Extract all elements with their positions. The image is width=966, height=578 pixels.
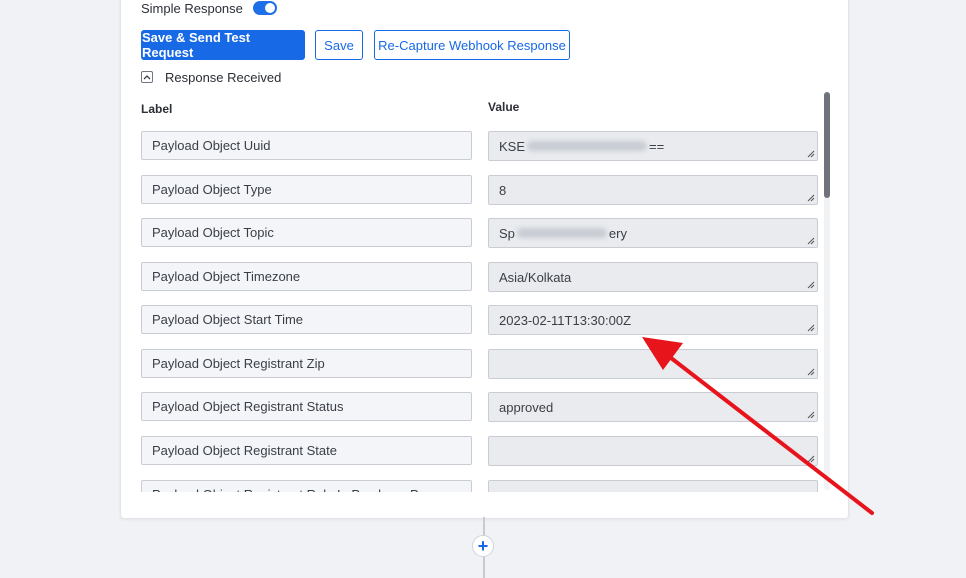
add-step-button[interactable]: + <box>472 535 494 557</box>
resize-grip-icon[interactable] <box>807 281 815 289</box>
field-value-text: approved <box>499 399 554 415</box>
field-value-text: 8 <box>499 182 507 198</box>
field-row: Payload Object Start Time 2023-02-11T13:… <box>130 305 830 335</box>
field-value[interactable]: 8 <box>488 175 818 205</box>
redacted-value <box>516 228 607 238</box>
simple-response-toggle[interactable] <box>252 1 277 15</box>
field-row: Payload Object Registrant Status approve… <box>130 392 830 422</box>
field-label: Payload Object Timezone <box>141 262 472 291</box>
field-value[interactable]: approved <box>488 392 818 422</box>
field-value-suffix: == <box>649 138 665 154</box>
resize-grip-icon[interactable] <box>807 324 815 332</box>
save-send-test-request-button[interactable]: Save & Send Test Request <box>141 30 305 60</box>
field-label: Payload Object Registrant Role In Purcha… <box>141 480 472 492</box>
field-value[interactable] <box>488 349 818 379</box>
field-row: Payload Object Type 8 <box>130 175 830 205</box>
resize-grip-icon[interactable] <box>807 455 815 463</box>
field-label: Payload Object Registrant Status <box>141 392 472 421</box>
field-label: Payload Object Type <box>141 175 472 204</box>
field-value-text: Asia/Kolkata <box>499 269 572 285</box>
field-label: Payload Object Registrant Zip <box>141 349 472 378</box>
simple-response-row: Simple Response <box>141 0 277 16</box>
field-value[interactable]: KSE == <box>488 131 818 161</box>
field-label: Payload Object Uuid <box>141 131 472 160</box>
resize-grip-icon[interactable] <box>807 150 815 158</box>
response-received-label: Response Received <box>165 69 282 85</box>
field-value-suffix: ery <box>608 225 627 241</box>
field-value[interactable] <box>488 480 818 492</box>
response-fields-list[interactable]: Payload Object Uuid KSE == Payload Objec… <box>130 120 830 492</box>
scrollbar-thumb[interactable] <box>824 92 830 198</box>
save-button[interactable]: Save <box>315 30 363 60</box>
field-label: Payload Object Topic <box>141 218 472 247</box>
field-row: Payload Object Registrant Zip <box>130 349 830 379</box>
field-row: Payload Object Topic Sp ery <box>130 218 830 248</box>
resize-grip-icon[interactable] <box>807 411 815 419</box>
field-value-prefix: Sp <box>499 225 515 241</box>
field-value[interactable]: Asia/Kolkata <box>488 262 818 292</box>
simple-response-label: Simple Response <box>141 0 243 16</box>
label-column-header: Label <box>141 102 173 116</box>
toggle-knob <box>264 3 275 13</box>
field-value-text: 2023-02-11T13:30:00Z <box>499 312 632 328</box>
field-row: Payload Object Timezone Asia/Kolkata <box>130 262 830 292</box>
resize-grip-icon[interactable] <box>807 237 815 245</box>
field-label: Payload Object Start Time <box>141 305 472 334</box>
field-row: Payload Object Registrant Role In Purcha… <box>130 480 830 492</box>
resize-grip-icon[interactable] <box>807 194 815 202</box>
plus-icon: + <box>477 536 489 556</box>
field-row: Payload Object Uuid KSE == <box>130 131 830 161</box>
resize-grip-icon[interactable] <box>807 368 815 376</box>
redacted-value <box>527 141 648 151</box>
field-value[interactable] <box>488 436 818 466</box>
value-column-header: Value <box>488 100 520 114</box>
field-row: Payload Object Registrant State <box>130 436 830 466</box>
chevron-up-icon[interactable] <box>141 71 153 83</box>
field-value[interactable]: 2023-02-11T13:30:00Z <box>488 305 818 335</box>
field-value[interactable]: Sp ery <box>488 218 818 248</box>
field-label: Payload Object Registrant State <box>141 436 472 465</box>
response-received-toggle[interactable]: Response Received <box>141 69 281 85</box>
recapture-webhook-response-button[interactable]: Re-Capture Webhook Response <box>374 30 570 60</box>
field-value-prefix: KSE <box>499 138 526 154</box>
